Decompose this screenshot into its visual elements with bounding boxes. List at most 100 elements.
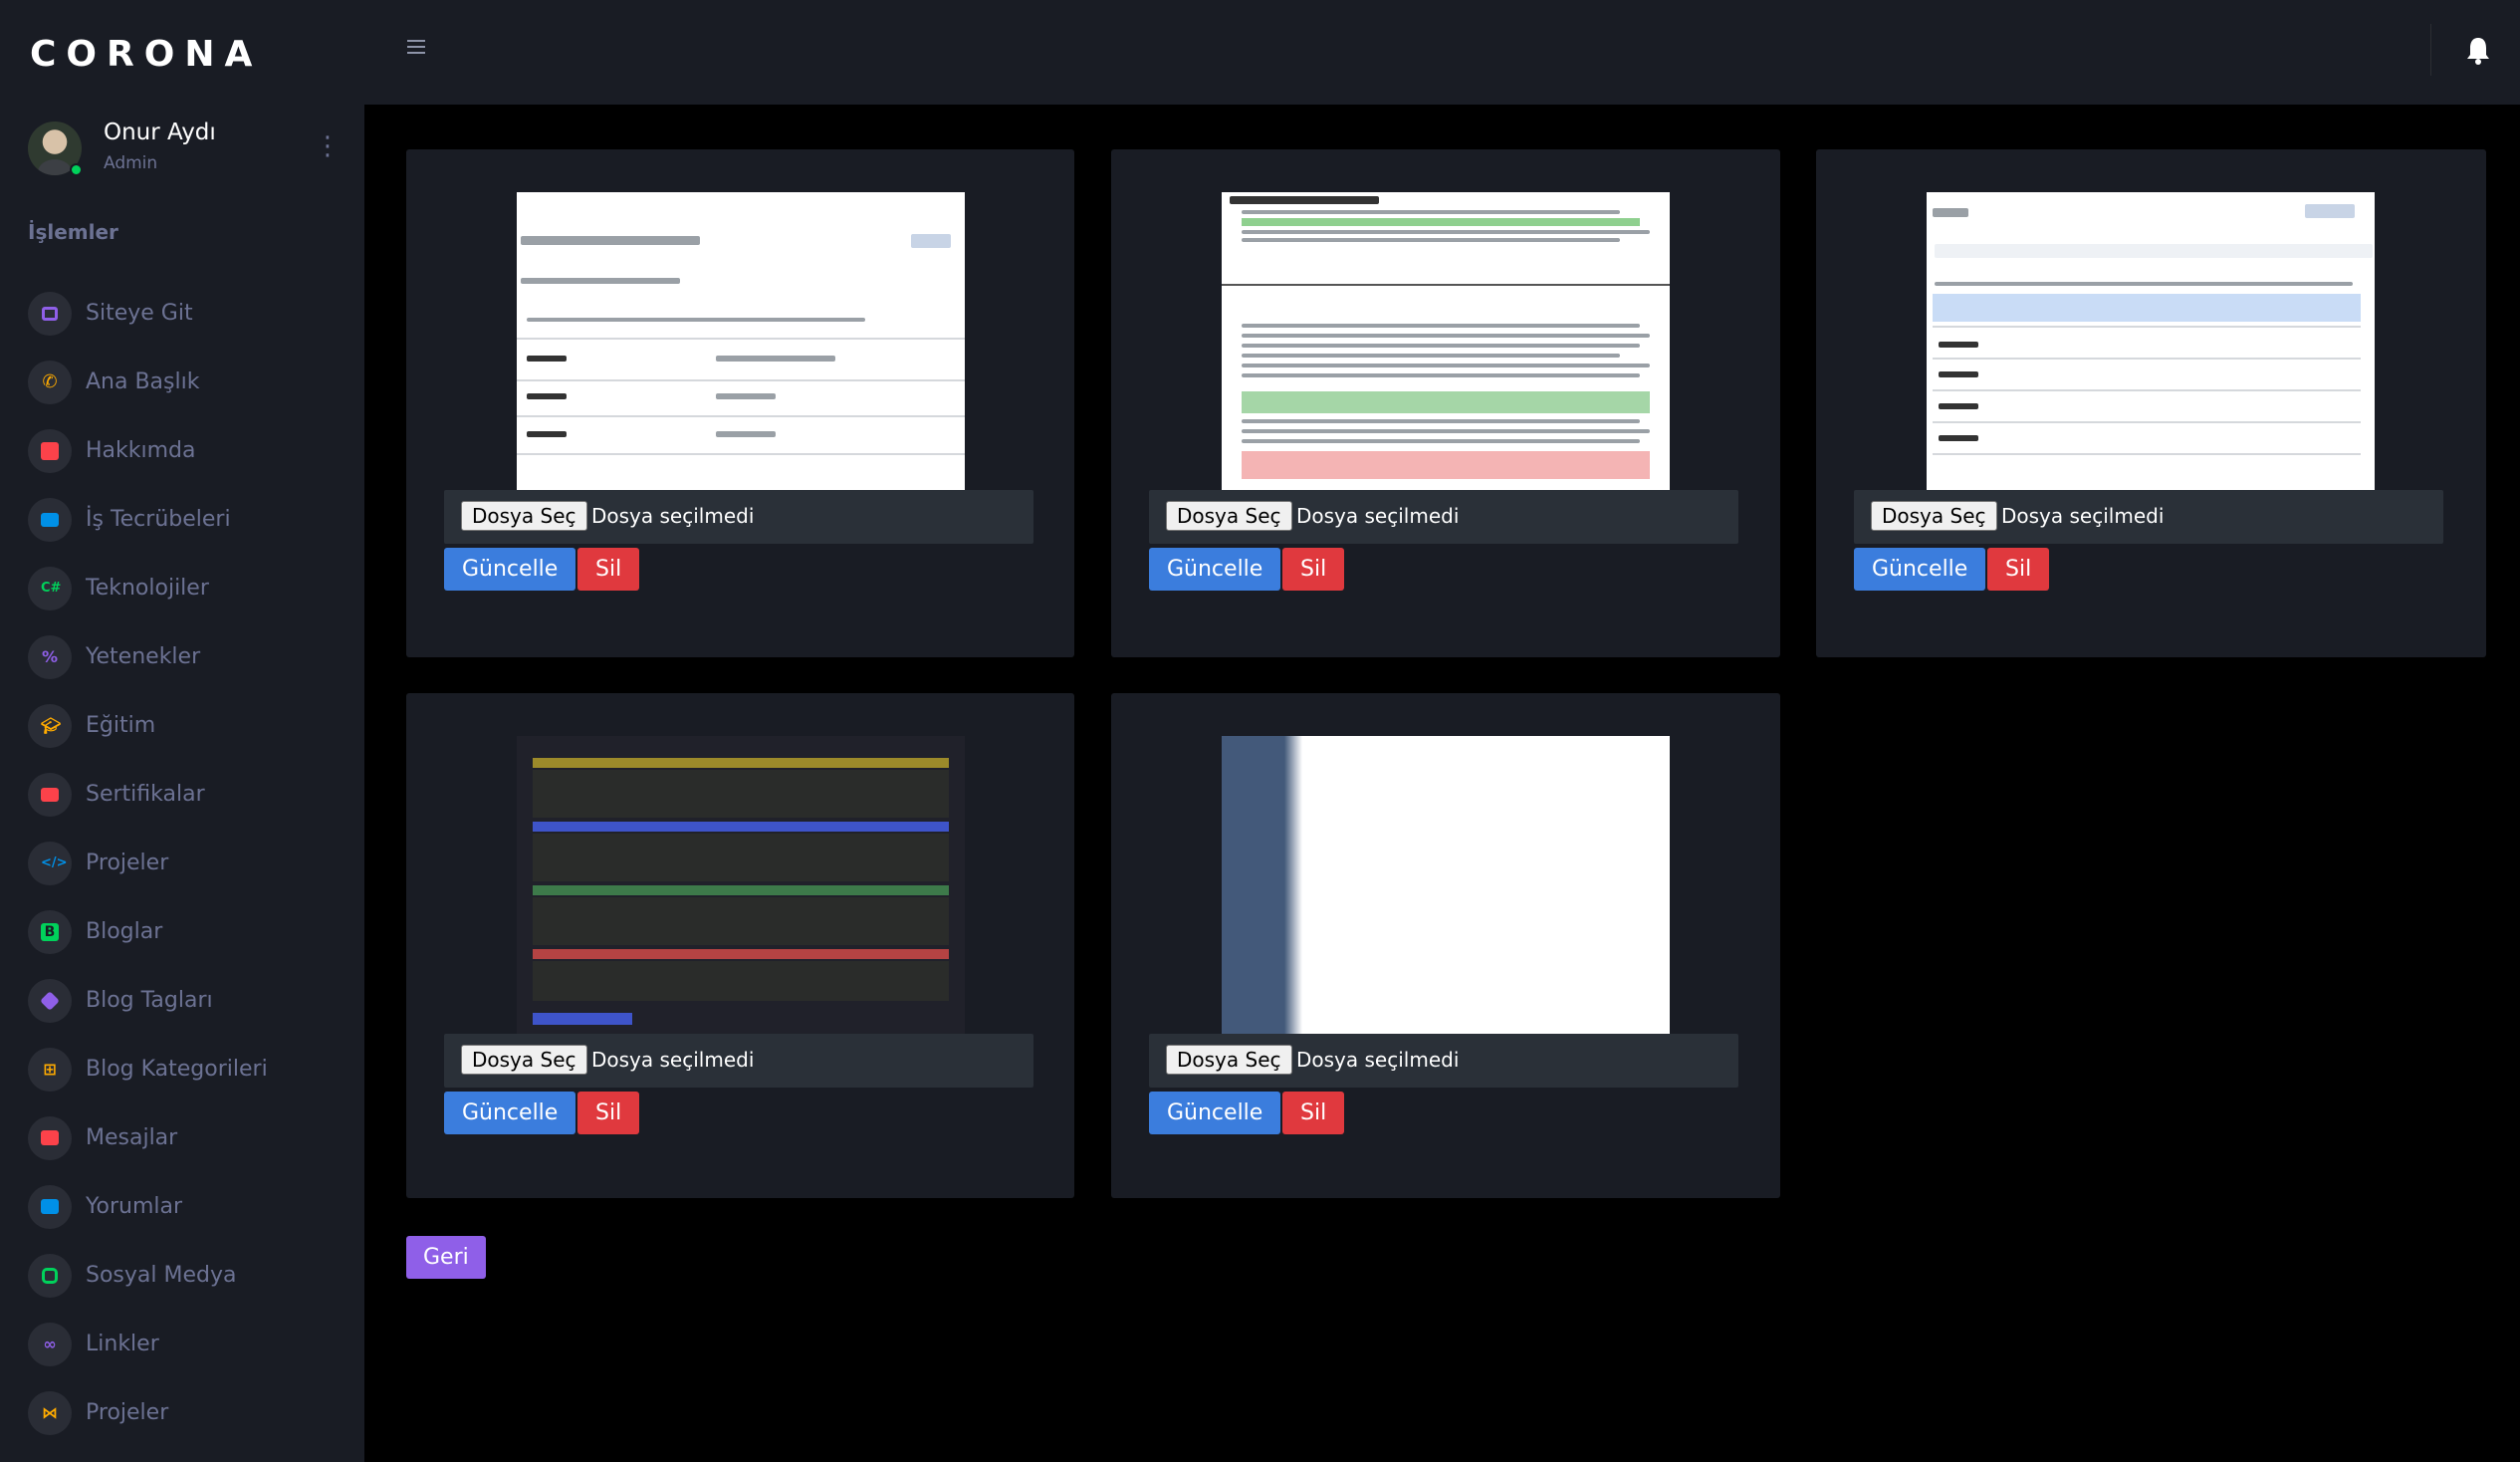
sidebar-item-label: Yetenekler <box>86 644 201 669</box>
choose-file-button[interactable]: Dosya Seç <box>1166 1045 1292 1075</box>
sidebar-item-blog-kategorileri[interactable]: ⊞ Blog Kategorileri <box>28 1035 346 1103</box>
sidebar-item-label: Hakkımda <box>86 438 196 463</box>
image-preview <box>1927 192 2375 490</box>
file-upload-field[interactable]: Dosya Seç Dosya seçilmedi <box>1149 490 1738 544</box>
sidebar-item-label: Sosyal Medya <box>86 1263 237 1288</box>
laptop-icon <box>42 306 58 321</box>
profile-name: Onur Aydı <box>104 120 216 145</box>
sidebar-item-mesajlar[interactable]: Mesajlar <box>28 1103 346 1172</box>
sidebar-item-blog-taglari[interactable]: Blog Tagları <box>28 966 346 1035</box>
image-preview <box>1222 736 1670 1034</box>
comment-icon <box>41 1199 59 1214</box>
sidebar-item-hakkimda[interactable]: Hakkımda <box>28 416 346 485</box>
update-button[interactable]: Güncelle <box>1149 548 1281 591</box>
sidebar-item-label: Siteye Git <box>86 301 193 326</box>
vscode-icon: ⋈ <box>42 1402 58 1422</box>
image-preview <box>517 736 965 1034</box>
update-button[interactable]: Güncelle <box>1149 1092 1281 1134</box>
sidebar-item-yetenekler[interactable]: % Yetenekler <box>28 622 346 691</box>
navbar-divider <box>2430 24 2431 76</box>
sidebar-item-sertifikalar[interactable]: Sertifikalar <box>28 760 346 829</box>
delete-button[interactable]: Sil <box>577 548 640 591</box>
code-icon: </> <box>41 854 68 870</box>
user-profile: Onur Aydı Admin ⋮ <box>28 118 346 181</box>
sidebar-item-label: Mesajlar <box>86 1125 178 1150</box>
back-button[interactable]: Geri <box>406 1236 486 1279</box>
sidebar-item-label: Linkler <box>86 1332 159 1356</box>
sidebar-item-label: Blog Tagları <box>86 988 213 1013</box>
choose-file-button[interactable]: Dosya Seç <box>461 501 587 531</box>
sidebar-item-teknolojiler[interactable]: C# Teknolojiler <box>28 554 346 622</box>
sidebar-item-label: Blog Kategorileri <box>86 1057 268 1082</box>
blog-icon: B <box>41 922 59 941</box>
choose-file-button[interactable]: Dosya Seç <box>1166 501 1292 531</box>
sidebar-item-egitim[interactable]: 🎓︎ Eğitim <box>28 691 346 760</box>
nav-section-title: İşlemler <box>28 220 118 244</box>
sidebar-item-siteye-git[interactable]: Siteye Git <box>28 279 346 348</box>
choose-file-button[interactable]: Dosya Seç <box>1871 501 1997 531</box>
online-status-dot <box>70 163 83 176</box>
briefcase-icon <box>41 512 59 527</box>
sidebar-item-label: İş Tecrübeleri <box>86 507 231 532</box>
more-vertical-icon[interactable]: ⋮ <box>315 131 341 161</box>
sidebar-item-label: Bloglar <box>86 919 163 944</box>
file-upload-field[interactable]: Dosya Seç Dosya seçilmedi <box>444 1034 1033 1088</box>
choose-file-button[interactable]: Dosya Seç <box>461 1045 587 1075</box>
sidebar-item-label: Yorumlar <box>86 1194 183 1219</box>
sidebar-item-label: Sertifikalar <box>86 782 205 807</box>
image-card: Dosya Seç Dosya seçilmedi Güncelle Sil <box>1111 693 1780 1198</box>
brand-logo[interactable]: CORONA <box>30 34 262 75</box>
contact-card-icon <box>41 441 59 460</box>
link-icon: ∞ <box>43 1334 57 1353</box>
graduation-cap-icon: 🎓︎ <box>41 715 62 735</box>
tag-icon <box>40 990 60 1011</box>
image-preview <box>1222 192 1670 490</box>
update-button[interactable]: Güncelle <box>1854 548 1986 591</box>
sidebar-item-label: Projeler <box>86 1400 169 1425</box>
delete-button[interactable]: Sil <box>1282 1092 1345 1134</box>
profile-role: Admin <box>104 153 158 173</box>
sidebar-nav: Siteye Git ✆ Ana Başlık Hakkımda İş Tecr… <box>28 279 346 1447</box>
delete-button[interactable]: Sil <box>577 1092 640 1134</box>
image-card: Dosya Seç Dosya seçilmedi Güncelle Sil <box>406 149 1074 657</box>
file-upload-field[interactable]: Dosya Seç Dosya seçilmedi <box>1854 490 2443 544</box>
image-card: Dosya Seç Dosya seçilmedi Güncelle Sil <box>1816 149 2486 657</box>
sidebar-item-sosyal-medya[interactable]: Sosyal Medya <box>28 1241 346 1310</box>
file-status-text: Dosya seçilmedi <box>591 1048 755 1072</box>
sidebar-item-label: Eğitim <box>86 713 156 738</box>
sidebar-item-bloglar[interactable]: B Bloglar <box>28 897 346 966</box>
message-icon <box>41 1130 59 1145</box>
menu-toggle-icon[interactable] <box>407 40 425 54</box>
sidebar-item-is-tecrubeleri[interactable]: İş Tecrübeleri <box>28 485 346 554</box>
file-status-text: Dosya seçilmedi <box>591 504 755 528</box>
file-upload-field[interactable]: Dosya Seç Dosya seçilmedi <box>444 490 1033 544</box>
bell-icon[interactable] <box>2465 36 2491 66</box>
image-card: Dosya Seç Dosya seçilmedi Güncelle Sil <box>1111 149 1780 657</box>
sidebar-item-label: Projeler <box>86 851 169 875</box>
image-preview <box>517 192 965 490</box>
sidebar-item-projeler[interactable]: </> Projeler <box>28 829 346 897</box>
file-status-text: Dosya seçilmedi <box>2001 504 2165 528</box>
top-navbar <box>364 0 2520 105</box>
sidebar: CORONA Onur Aydı Admin ⋮ İşlemler Siteye… <box>0 0 364 1462</box>
certificate-icon <box>41 787 59 802</box>
sidebar-item-projeler-2[interactable]: ⋈ Projeler <box>28 1378 346 1447</box>
categories-icon: ⊞ <box>43 1059 57 1079</box>
file-status-text: Dosya seçilmedi <box>1296 504 1460 528</box>
phone-icon: ✆ <box>42 370 58 392</box>
update-button[interactable]: Güncelle <box>444 548 576 591</box>
delete-button[interactable]: Sil <box>1282 548 1345 591</box>
instagram-icon <box>42 1267 58 1284</box>
sidebar-item-ana-baslik[interactable]: ✆ Ana Başlık <box>28 348 346 416</box>
image-card: Dosya Seç Dosya seçilmedi Güncelle Sil <box>406 693 1074 1198</box>
file-upload-field[interactable]: Dosya Seç Dosya seçilmedi <box>1149 1034 1738 1088</box>
percent-icon: % <box>41 646 59 666</box>
file-status-text: Dosya seçilmedi <box>1296 1048 1460 1072</box>
update-button[interactable]: Güncelle <box>444 1092 576 1134</box>
sidebar-item-yorumlar[interactable]: Yorumlar <box>28 1172 346 1241</box>
csharp-icon: C# <box>41 580 62 596</box>
sidebar-item-linkler[interactable]: ∞ Linkler <box>28 1310 346 1378</box>
sidebar-item-label: Teknolojiler <box>86 576 209 601</box>
sidebar-item-label: Ana Başlık <box>86 369 200 394</box>
delete-button[interactable]: Sil <box>1987 548 2050 591</box>
